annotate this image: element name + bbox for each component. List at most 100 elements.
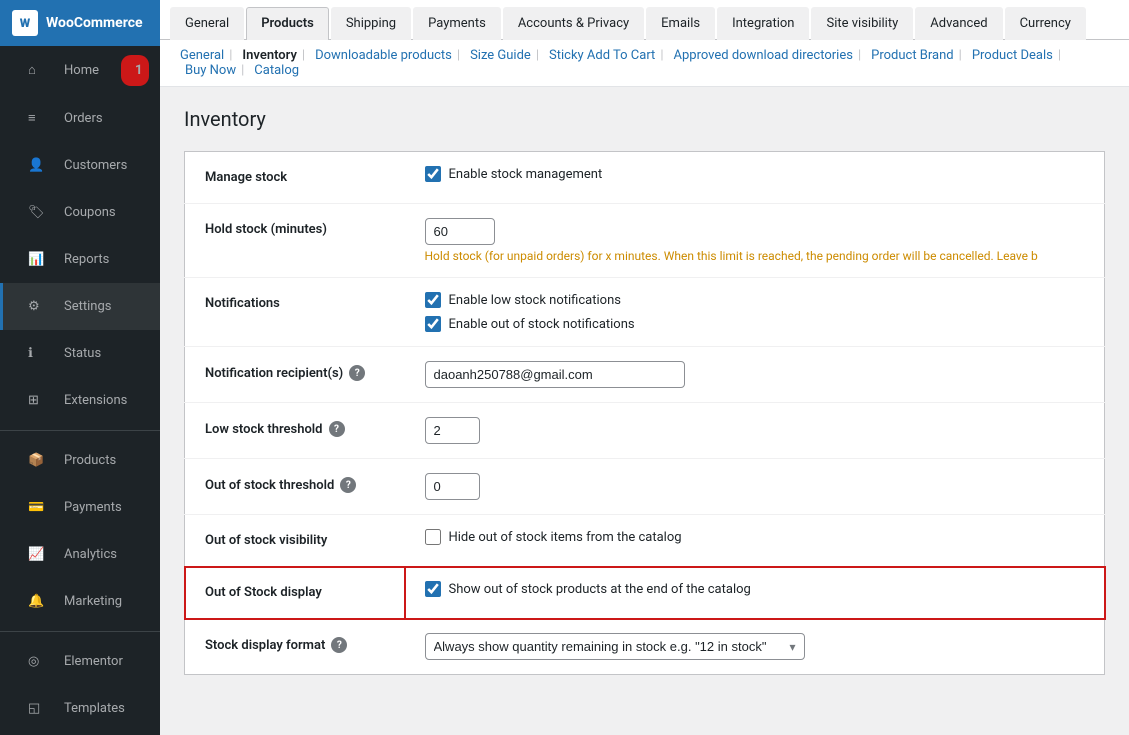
subnav-size-guide[interactable]: Size Guide [470, 48, 531, 63]
marketing-icon: 🔔 [14, 586, 42, 617]
subnav-product-brand[interactable]: Product Brand [871, 48, 954, 63]
sidebar-item-marketing[interactable]: 🔔 Marketing [0, 578, 160, 625]
tab-site-visibility[interactable]: Site visibility [811, 7, 913, 40]
products-icon: 📦 [14, 445, 42, 476]
sidebar-item-elementor[interactable]: ◎ Elementor [0, 638, 160, 685]
settings-table: Manage stock Enable stock management Hol… [184, 151, 1105, 675]
low-stock-threshold-input[interactable] [425, 417, 480, 444]
sidebar-item-payments[interactable]: 💳 Payments [0, 484, 160, 531]
settings-icon: ⚙ [14, 291, 42, 322]
row-label-manage-stock: Manage stock [185, 152, 405, 204]
sidebar-divider-1 [0, 430, 160, 431]
th-inner-recipient: Notification recipient(s) ? [205, 365, 385, 381]
page-content: Inventory Manage stock Enable stock mana… [160, 87, 1129, 735]
row-label-low-stock-threshold: Low stock threshold ? [185, 403, 405, 459]
home-badge: 1 [121, 55, 149, 86]
out-of-stock-threshold-input[interactable] [425, 473, 480, 500]
sidebar: W WooCommerce ⌂ Home 1 ≡ Orders 👤 Custom… [0, 0, 160, 735]
tab-products[interactable]: Products [246, 7, 329, 40]
tab-payments[interactable]: Payments [413, 7, 501, 40]
coupons-icon: 🏷 [14, 197, 42, 228]
row-notification-recipient: Notification recipient(s) ? [185, 347, 1105, 403]
row-label-out-of-stock-display: Out of Stock display [185, 567, 405, 619]
subnav-sep-2: | [302, 48, 305, 63]
templates-icon: ◱ [14, 693, 42, 724]
sidebar-item-reports[interactable]: 📊 Reports [0, 236, 160, 283]
sidebar-item-extensions[interactable]: ⊞ Extensions [0, 377, 160, 424]
sidebar-item-analytics[interactable]: 📈 Analytics [0, 531, 160, 578]
row-content-notifications: Enable low stock notifications Enable ou… [405, 278, 1105, 347]
subnav-downloadable[interactable]: Downloadable products [315, 48, 452, 63]
sidebar-logo[interactable]: W WooCommerce [0, 0, 160, 46]
tab-advanced[interactable]: Advanced [915, 7, 1002, 40]
row-content-out-of-stock-display: Show out of stock products at the end of… [405, 567, 1105, 619]
tab-accounts[interactable]: Accounts & Privacy [503, 7, 644, 40]
low-stock-notify-checkbox[interactable] [425, 292, 441, 308]
sidebar-item-customers[interactable]: 👤 Customers [0, 142, 160, 189]
tab-integration[interactable]: Integration [717, 7, 809, 40]
subnav-inventory[interactable]: Inventory [242, 48, 297, 63]
hold-stock-input[interactable] [425, 218, 495, 245]
subnav-product-deals[interactable]: Product Deals [972, 48, 1053, 63]
sidebar-item-coupons[interactable]: 🏷 Coupons [0, 189, 160, 236]
checkbox-row-show-end-catalog: Show out of stock products at the end of… [425, 581, 1085, 597]
notification-recipient-input[interactable] [425, 361, 685, 388]
hide-out-of-stock-checkbox[interactable] [425, 529, 441, 545]
sidebar-item-products[interactable]: 📦 Products [0, 437, 160, 484]
row-content-manage-stock: Enable stock management [405, 152, 1105, 204]
subnav-sep-7: | [959, 48, 962, 63]
tab-currency[interactable]: Currency [1005, 7, 1086, 40]
recipient-help-icon[interactable]: ? [349, 365, 365, 381]
sidebar-item-settings[interactable]: ⚙ Settings [0, 283, 160, 330]
subnav-sticky-add[interactable]: Sticky Add To Cart [549, 48, 655, 63]
subnav-buy-now[interactable]: Buy Now [185, 63, 236, 78]
checkbox-row-out-of-stock: Enable out of stock notifications [425, 316, 1085, 332]
subnav-general[interactable]: General [180, 48, 224, 63]
subnav-catalog[interactable]: Catalog [254, 63, 299, 78]
show-end-of-catalog-checkbox[interactable] [425, 581, 441, 597]
sidebar-label: Templates [50, 693, 139, 724]
sidebar-label: Extensions [50, 385, 141, 416]
subnav-sep-4: | [536, 48, 539, 63]
row-label-notifications: Notifications [185, 278, 405, 347]
row-out-of-stock-display: Out of Stock display Show out of stock p… [185, 567, 1105, 619]
out-of-stock-notify-checkbox[interactable] [425, 316, 441, 332]
th-inner-low-stock: Low stock threshold ? [205, 421, 385, 437]
sidebar-label: Coupons [50, 197, 130, 228]
out-of-stock-threshold-help-icon[interactable]: ? [340, 477, 356, 493]
sidebar-item-templates[interactable]: ◱ Templates [0, 685, 160, 732]
subnav-sep-6: | [858, 48, 861, 63]
sub-navigation: General | Inventory | Downloadable produ… [160, 40, 1129, 87]
customers-icon: 👤 [14, 150, 42, 181]
row-label-notification-recipient: Notification recipient(s) ? [185, 347, 405, 403]
row-label-out-of-stock-threshold: Out of stock threshold ? [185, 459, 405, 515]
sidebar-label: Customers [50, 150, 141, 181]
subnav-sep-5: | [660, 48, 663, 63]
stock-display-format-select[interactable]: Always show quantity remaining in stock … [426, 634, 805, 659]
sidebar-label: Orders [50, 103, 117, 134]
enable-stock-checkbox[interactable] [425, 166, 441, 182]
home-icon: ⌂ [14, 54, 42, 86]
low-stock-threshold-help-icon[interactable]: ? [329, 421, 345, 437]
tab-general[interactable]: General [170, 7, 244, 40]
subnav-sep-1: | [229, 48, 232, 63]
sidebar-item-orders[interactable]: ≡ Orders [0, 94, 160, 142]
sidebar-item-home[interactable]: ⌂ Home 1 [0, 46, 160, 94]
low-stock-notify-label: Enable low stock notifications [449, 293, 621, 308]
row-low-stock-threshold: Low stock threshold ? [185, 403, 1105, 459]
row-content-out-of-stock-threshold [405, 459, 1105, 515]
tab-shipping[interactable]: Shipping [331, 7, 411, 40]
th-inner-out-stock: Out of stock threshold ? [205, 477, 385, 493]
page-title: Inventory [184, 107, 1105, 131]
sidebar-item-status[interactable]: ℹ Status [0, 330, 160, 377]
tab-emails[interactable]: Emails [646, 7, 715, 40]
out-of-stock-notify-label: Enable out of stock notifications [449, 317, 635, 332]
subnav-approved-dirs[interactable]: Approved download directories [674, 48, 853, 63]
orders-icon: ≡ [14, 102, 42, 134]
sidebar-label: Payments [50, 492, 136, 523]
stock-display-format-help-icon[interactable]: ? [331, 637, 347, 653]
row-notifications: Notifications Enable low stock notificat… [185, 278, 1105, 347]
row-content-out-of-stock-visibility: Hide out of stock items from the catalog [405, 515, 1105, 567]
enable-stock-label: Enable stock management [449, 167, 603, 182]
sidebar-tertiary-menu: ◎ Elementor ◱ Templates [0, 638, 160, 732]
